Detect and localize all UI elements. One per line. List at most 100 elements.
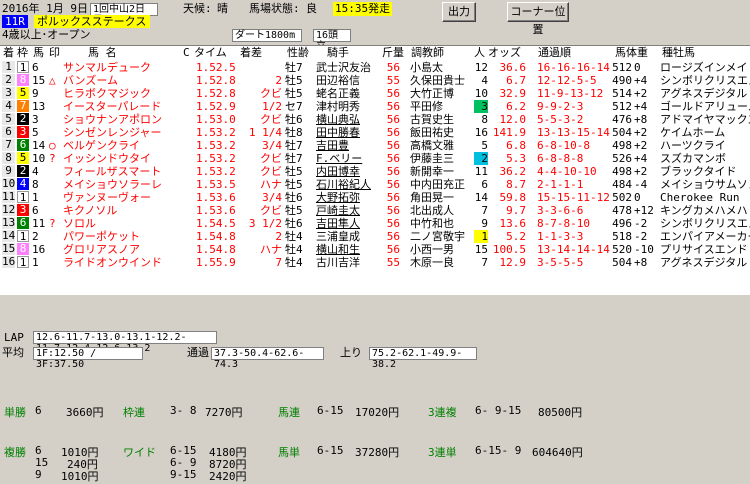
table-row[interactable]: 14 1 2 パワーポケット 1.54.8 2 牡4 三浦皇成 56 二ノ宮敬宇 1 5.2 1-1-3… [0,230,750,243]
sire-cell: キングカメハメハ [660,204,748,217]
table-row[interactable]: 16 1 1 ライドオンウインド 1.55.9 7 牡4 古川吉洋 55 木原一良 7 12.9 3-5… [0,256,750,269]
waku-cell: 4 [17,178,29,190]
table-row[interactable]: 4 7 13 イースターパレード 1.52.9 1/2 セ7 津村明秀 56 平田修 3 6.2 9-9… [0,100,750,113]
jockey-cell: 三浦皇成 [316,230,360,243]
name-cell: ライドオンウインド [63,256,162,269]
col-header: オッズ [488,46,521,59]
sire-cell: スズカマンボ [660,152,726,165]
table-row[interactable]: 8 5 10? イッシンドウタイ 1.53.2 クビ 牡7 F.ベリー 56 伊藤圭三 2 5.3 6-… [0,152,750,165]
table-row[interactable]: 2 8 15 △ バンズーム 1.52.8 2 牡5 田辺裕信 55 久保田貴士 4 6.7 12-12-… [0,74,750,87]
num-cell: 16 [32,243,46,256]
trainer-cell: 新開幸一 [410,165,454,178]
col-header: 枠 [17,46,28,59]
name-cell: サンマルデューク [63,61,151,74]
col-header: 印 [49,46,60,59]
jockey-cell: 横山和生 [316,243,360,256]
race-number: 11R [2,15,28,28]
pass-cell: 8-7-8-10 [537,217,590,230]
col-header: 種牡馬 [662,46,695,59]
margin-cell: 3 1/2 [248,217,282,230]
bodyweight-cell: 520 [612,243,632,256]
mark-cell: ○ [49,139,56,152]
table-row[interactable]: 7 6 14 ○ ベルゲンクライ 1.53.2 3/4 牡7 吉田豊 56 高橋文雅 5 6.8 6-8-… [0,139,750,152]
trainer-cell: 中内田充正 [410,178,465,191]
num-cell: 5 [32,126,39,139]
pay-wide-value: 9-15 [170,468,197,481]
pos-cell: 13 [2,216,16,229]
waku-cell: 5 [17,87,29,99]
pay-sanfuku-label: 3連複 [428,406,457,419]
jockey-cell: 内田博幸 [316,165,360,178]
odds-cell: 6.8 [506,139,526,152]
sire-cell: アグネスデジタル [660,256,748,269]
table-row[interactable]: 11 1 1 ヴァンヌーヴォー 1.53.6 3/4 牡6 大野拓弥 56 角田晃一 14 59.8 1… [0,191,750,204]
pay-wide-yen: 2420円 [209,470,247,483]
num-cell: 11 [32,217,46,230]
corner-position-button[interactable]: コーナー位置 [507,2,569,36]
pay-waku-value: 3- 8 [170,404,197,417]
name-cell: イースターパレード [63,100,162,113]
num-cell: 8 [32,178,39,191]
weight-cell: 56 [386,243,400,256]
num-cell: 4 [32,165,39,178]
name-cell: シンゼンレンジャー [63,126,162,139]
pop-cell: 11 [474,165,488,178]
pop-cell: 16 [474,126,488,139]
waku-cell: 1 [17,230,29,243]
trainer-cell: 高橋文雅 [410,139,454,152]
pass-cell: 3-5-5-5 [537,256,584,269]
table-row[interactable]: 12 3 6 キクノソル 1.53.6 クビ 牡5 戸崎圭太 56 北出成人 7 9.7 3-3-6-6… [0,204,750,217]
name-cell: フィールザスマート [63,165,162,178]
table-row[interactable]: 10 4 8 メイショウソラーレ 1.53.5 ハナ 牡5 石川裕紀人 56 中内田充正 6 8.7 2… [0,178,750,191]
time-cell: 1.53.2 [196,139,236,152]
pay-utan-yen: 37280円 [355,446,400,459]
time-cell: 1.53.5 [196,178,236,191]
table-row[interactable]: 1 1 6 サンマルデューク 1.52.5 牡7 武士沢友治 56 小島太 12 36.6 16-16… [0,61,750,74]
bodydiff-cell: +8 [634,113,648,126]
pay-waku-label: 枠連 [123,406,145,419]
sire-cell: ゴールドアリュール [660,100,750,113]
jockey-cell: 津村明秀 [316,100,360,113]
jockey-cell: 石川裕紀人 [316,178,371,191]
sire-cell: ケイムホーム [660,126,726,139]
weather-value: 晴 [217,2,228,15]
pay-santan-label: 3連単 [428,446,457,459]
pay-tan-label: 単勝 [4,406,26,419]
time-cell: 1.52.8 [196,87,236,100]
sire-cell: シンボリクリスエス [660,74,750,87]
output-button[interactable]: 出力 [442,2,476,22]
sire-cell: ハーツクライ [660,139,726,152]
time-cell: 1.54.5 [196,217,236,230]
pop-cell: 7 [481,204,488,217]
pos-cell: 8 [2,152,15,164]
pay-tan-yen: 3660円 [66,406,104,419]
weight-cell: 56 [386,191,400,204]
jockey-cell: 横山典弘 [316,113,360,126]
odds-cell: 12.9 [499,256,527,269]
track-value: 良 [306,2,317,15]
table-row[interactable]: 6 3 5 シンゼンレンジャー 1.53.2 1 1/4 牡8 田中勝春 56 飯田祐史 16 141… [0,126,750,139]
waku-cell: 1 [17,61,29,74]
lap-label: LAP [4,331,24,344]
sex-cell: 牡6 [285,217,303,230]
odds-cell: 8.7 [506,178,526,191]
pass-cell: 15-15-11-12 [537,191,610,204]
weight-cell: 56 [386,165,400,178]
table-row[interactable]: 9 2 4 フィールザスマート 1.53.2 クビ 牡5 内田博幸 56 新開幸一 11 36.2 4-… [0,165,750,178]
pay-tan-value: 6 [35,404,42,417]
table-row[interactable]: 15 8 16 グロリアスノア 1.54.8 ハナ 牡4 横山和生 56 小西一男 15 100.5 1… [0,243,750,256]
table-row[interactable]: 3 5 9 ヒラボクマジック 1.52.8 クビ 牡5 蛯名正義 56 大竹正博 10 32.9 11-… [0,87,750,100]
table-row[interactable]: 5 2 3 ショウナンアポロン 1.53.0 クビ 牡6 横山典弘 56 古賀史生 8 12.0 5-5… [0,113,750,126]
bodydiff-cell: 0 [634,61,641,74]
odds-cell: 6.7 [506,74,526,87]
name-cell: ヒラボクマジック [63,87,151,100]
sex-cell: 牡6 [285,191,303,204]
num-cell: 10 [32,152,46,165]
margin-cell: ハナ [260,178,282,191]
odds-cell: 12.0 [499,113,527,126]
num-cell: 1 [32,256,39,269]
name-cell: グロリアスノア [63,243,140,256]
pop-cell: 3 [474,100,488,113]
col-header: 通過順 [538,46,571,59]
table-row[interactable]: 13 6 11? ソロル 1.54.5 3 1/2 牡6 吉田隼人 56 中竹和也 9 13.6 8-7… [0,217,750,230]
